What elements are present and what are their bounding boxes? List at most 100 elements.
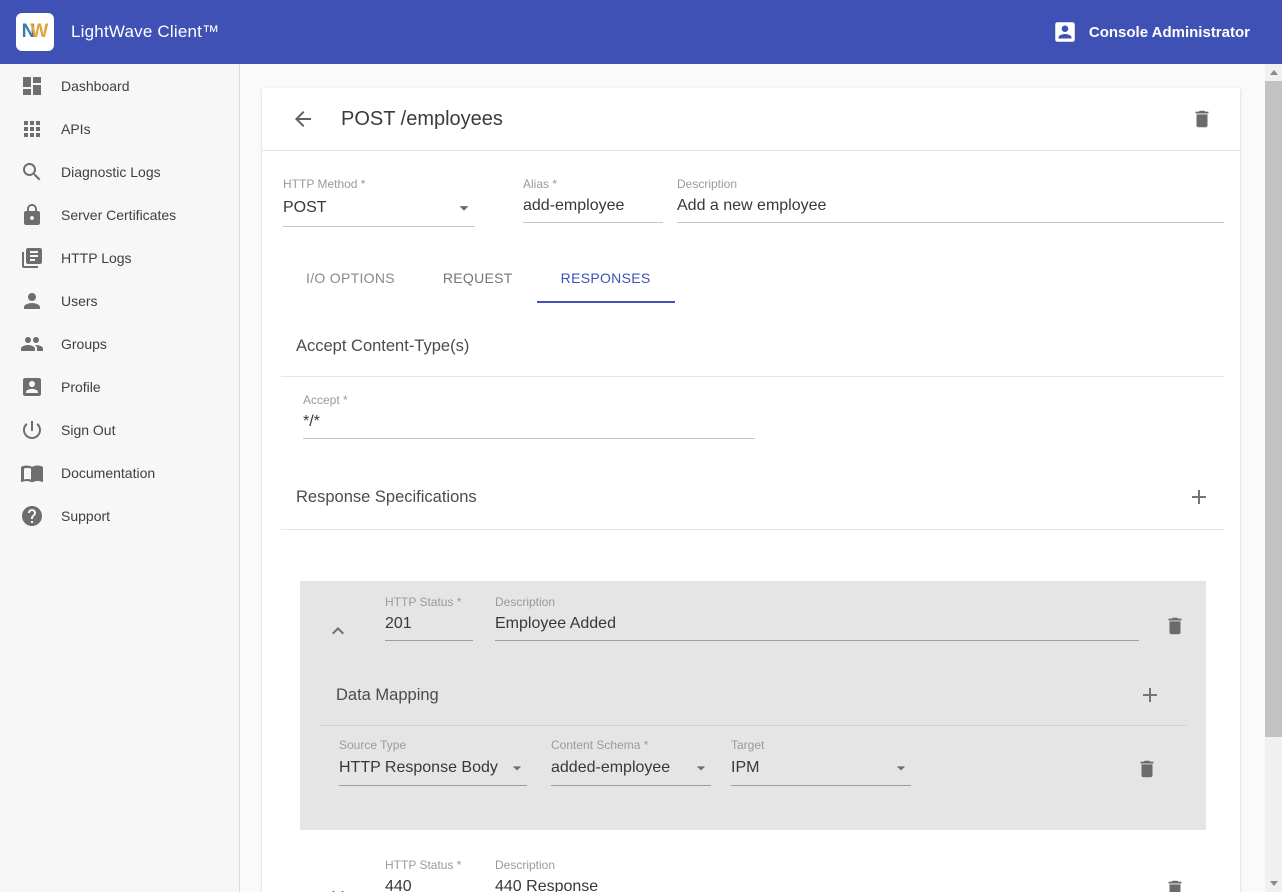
response-description-input[interactable]: Description 440 Response bbox=[495, 858, 1139, 892]
main-content: POST /employees HTTP Method * POST Alias… bbox=[240, 64, 1265, 892]
alias-value: add-employee bbox=[523, 197, 624, 215]
sidebar-item-apis[interactable]: APIs bbox=[0, 107, 239, 150]
dropdown-arrow-icon bbox=[691, 758, 711, 778]
response-spec-card-440: HTTP Status * 440 Description 440 Respon… bbox=[300, 844, 1206, 892]
user-name: Console Administrator bbox=[1089, 24, 1250, 41]
tab-request[interactable]: REQUEST bbox=[419, 255, 537, 303]
add-response-button[interactable] bbox=[1187, 485, 1211, 509]
accept-input[interactable]: Accept * */* bbox=[303, 393, 755, 439]
response-spec-card-201: HTTP Status * 201 Description Employee A… bbox=[300, 581, 1206, 830]
sidebar-item-label: Support bbox=[61, 508, 110, 524]
accept-label: Accept * bbox=[303, 393, 755, 407]
vertical-scrollbar[interactable] bbox=[1265, 64, 1282, 892]
content-schema-select[interactable]: Content Schema * added-employee bbox=[551, 738, 711, 786]
sidebar-item-server-certificates[interactable]: Server Certificates bbox=[0, 193, 239, 236]
sidebar-item-label: Profile bbox=[61, 379, 101, 395]
delete-data-mapping-button[interactable] bbox=[1136, 758, 1158, 780]
description-label: Description bbox=[677, 177, 1224, 191]
library-icon bbox=[20, 246, 44, 270]
sidebar-item-support[interactable]: Support bbox=[0, 494, 239, 537]
chevron-down-icon bbox=[326, 882, 350, 892]
tab-responses[interactable]: RESPONSES bbox=[537, 255, 675, 303]
response-row: HTTP Status * 440 Description 440 Respon… bbox=[300, 844, 1206, 892]
sidebar-item-groups[interactable]: Groups bbox=[0, 322, 239, 365]
description-input[interactable]: Description Add a new employee bbox=[677, 177, 1224, 227]
response-description-input[interactable]: Description Employee Added bbox=[495, 595, 1139, 641]
accept-value: */* bbox=[303, 413, 320, 431]
sidebar-item-label: APIs bbox=[61, 121, 91, 137]
sidebar-item-diagnostic-logs[interactable]: Diagnostic Logs bbox=[0, 150, 239, 193]
source-type-select[interactable]: Source Type HTTP Response Body bbox=[339, 738, 527, 786]
alias-input[interactable]: Alias * add-employee bbox=[523, 177, 663, 227]
scroll-up-arrow-icon bbox=[1270, 70, 1278, 75]
trash-icon bbox=[1164, 615, 1186, 637]
http-status-input[interactable]: HTTP Status * 201 bbox=[385, 595, 473, 641]
trash-icon bbox=[1191, 108, 1213, 130]
dashboard-icon bbox=[20, 74, 44, 98]
account-box-icon bbox=[20, 375, 44, 399]
sidebar-item-profile[interactable]: Profile bbox=[0, 365, 239, 408]
user-menu[interactable]: Console Administrator bbox=[1052, 19, 1250, 45]
sidebar-item-users[interactable]: Users bbox=[0, 279, 239, 322]
expand-response-button[interactable] bbox=[326, 882, 350, 892]
http-status-value: 201 bbox=[385, 615, 412, 633]
section-divider bbox=[281, 529, 1224, 530]
chevron-up-icon bbox=[326, 619, 350, 643]
response-specs-header: Response Specifications bbox=[262, 485, 1240, 509]
app-title: LightWave Client™ bbox=[71, 22, 219, 42]
alias-label: Alias * bbox=[523, 177, 663, 191]
people-icon bbox=[20, 332, 44, 356]
content-schema-value: added-employee bbox=[551, 759, 670, 777]
sidebar-item-dashboard[interactable]: Dashboard bbox=[0, 64, 239, 107]
http-method-label: HTTP Method * bbox=[283, 177, 475, 191]
scroll-down-arrow-icon bbox=[1270, 881, 1278, 886]
trash-icon bbox=[1136, 758, 1158, 780]
data-mapping-header: Data Mapping bbox=[300, 643, 1206, 707]
apps-grid-icon bbox=[20, 117, 44, 141]
logo-letter-w: W bbox=[30, 21, 48, 43]
scroll-up-button[interactable] bbox=[1265, 64, 1282, 81]
response-description-label: Description bbox=[495, 595, 1139, 609]
sidebar-item-http-logs[interactable]: HTTP Logs bbox=[0, 236, 239, 279]
http-method-select[interactable]: HTTP Method * POST bbox=[283, 177, 475, 227]
http-status-label: HTTP Status * bbox=[385, 858, 473, 872]
endpoint-tabs: I/O OPTIONS REQUEST RESPONSES bbox=[262, 255, 1240, 303]
sidebar-item-label: Server Certificates bbox=[61, 207, 176, 223]
add-data-mapping-button[interactable] bbox=[1138, 683, 1162, 707]
arrow-back-icon bbox=[291, 107, 315, 131]
tab-io-options[interactable]: I/O OPTIONS bbox=[282, 255, 419, 303]
sidebar-item-documentation[interactable]: Documentation bbox=[0, 451, 239, 494]
scroll-down-button[interactable] bbox=[1265, 875, 1282, 892]
plus-icon bbox=[1138, 683, 1162, 707]
delete-response-button[interactable] bbox=[1164, 878, 1186, 892]
response-description-label: Description bbox=[495, 858, 1139, 872]
http-status-input[interactable]: HTTP Status * 440 bbox=[385, 858, 473, 892]
delete-response-button[interactable] bbox=[1164, 615, 1186, 637]
collapse-response-button[interactable] bbox=[326, 619, 350, 643]
app-logo: NW bbox=[16, 13, 54, 51]
trash-icon bbox=[1164, 878, 1186, 892]
sidebar-item-sign-out[interactable]: Sign Out bbox=[0, 408, 239, 451]
target-select[interactable]: Target IPM bbox=[731, 738, 911, 786]
scrollbar-thumb[interactable] bbox=[1265, 81, 1282, 737]
http-status-label: HTTP Status * bbox=[385, 595, 473, 609]
sidebar-item-label: Dashboard bbox=[61, 78, 130, 94]
person-icon bbox=[20, 289, 44, 313]
delete-endpoint-button[interactable] bbox=[1191, 108, 1213, 130]
endpoint-card: POST /employees HTTP Method * POST Alias… bbox=[262, 88, 1240, 892]
sidebar: Dashboard APIs Diagnostic Logs Server Ce… bbox=[0, 64, 240, 892]
accept-section-heading: Accept Content-Type(s) bbox=[296, 337, 1240, 356]
section-divider bbox=[281, 376, 1224, 377]
endpoint-header: POST /employees bbox=[262, 88, 1240, 151]
page-title: POST /employees bbox=[341, 108, 503, 131]
response-specs-heading: Response Specifications bbox=[296, 488, 477, 507]
plus-icon bbox=[1187, 485, 1211, 509]
back-button[interactable] bbox=[291, 107, 315, 131]
sidebar-item-label: Sign Out bbox=[61, 422, 115, 438]
sidebar-item-label: Diagnostic Logs bbox=[61, 164, 161, 180]
http-method-value: POST bbox=[283, 199, 327, 217]
http-status-value: 440 bbox=[385, 878, 412, 892]
source-type-label: Source Type bbox=[339, 738, 527, 752]
help-icon bbox=[20, 504, 44, 528]
description-value: Add a new employee bbox=[677, 197, 826, 215]
